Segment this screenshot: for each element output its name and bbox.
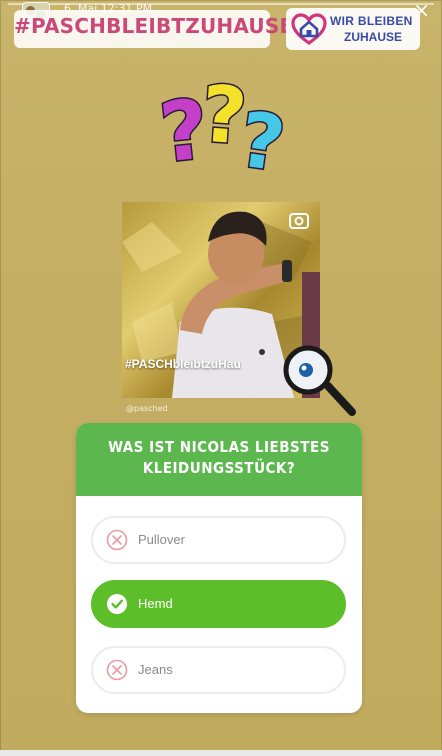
zuhause-text: ZUHAUSE [344,30,403,44]
x-circle-icon [106,529,128,551]
magnifier-icon [283,345,356,416]
quiz-option-pullover[interactable]: Pullover [91,516,346,564]
quiz-option-label: Jeans [138,662,173,677]
quiz-option-jeans[interactable]: Jeans [91,646,346,694]
wir-bleiben-text: WIR BLEIBEN [330,14,413,28]
hashtag-text: #PASCHBLEIBTZUHAUSE [14,14,294,38]
check-circle-icon [107,594,127,614]
quiz-option-hemd[interactable]: Hemd [91,580,346,628]
bottom-bar [0,750,442,756]
photo-credit: @pasched [126,404,168,413]
quiz-question: WAS IST NICOLAS LIEBSTES KLEIDUNGSSTÜCK? [108,438,330,477]
question-marks-icon: ? ? ? [158,68,288,176]
quiz-sticker: WAS IST NICOLAS LIEBSTES KLEIDUNGSSTÜCK?… [76,423,362,713]
quiz-option-label: Pullover [138,532,185,547]
quiz-option-label: Hemd [138,596,173,611]
hashtag-sticker[interactable]: #PASCHBLEIBTZUHAUSE [14,10,294,48]
story-frame: 6. Mai 12:31 PM #PASCHBLEIBTZUHAUSE × WI… [0,0,442,756]
heart-house-icon [291,13,327,45]
x-circle-icon [106,659,128,681]
photo-caption: #PASCHbleibtzuHau [125,357,241,371]
quiz-header: WAS IST NICOLAS LIEBSTES KLEIDUNGSSTÜCK? [76,423,362,496]
wir-bleiben-zuhause-sticker[interactable]: WIR BLEIBEN ZUHAUSE [286,8,420,50]
